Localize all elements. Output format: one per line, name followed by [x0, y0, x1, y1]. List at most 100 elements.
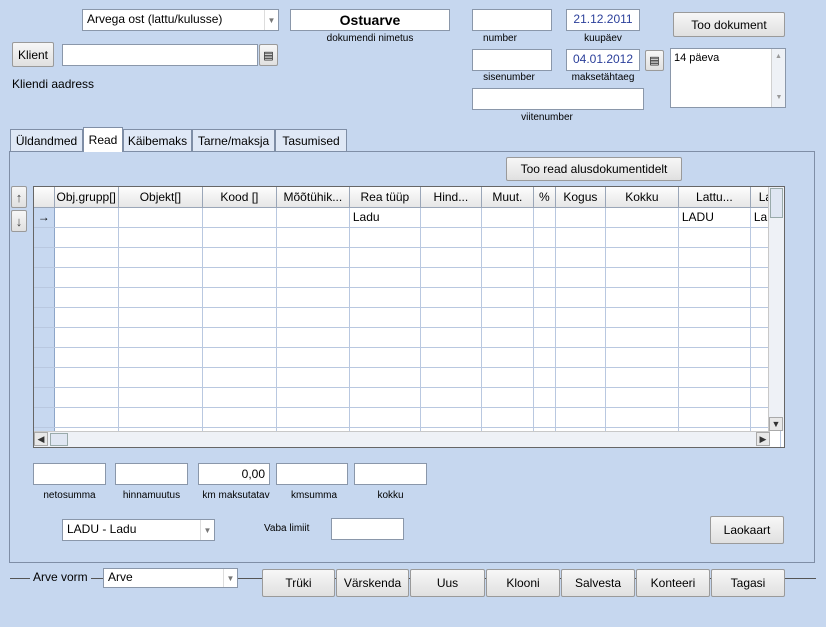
clone-button[interactable]: Klooni [486, 569, 560, 597]
tab-general[interactable]: Üldandmed [10, 129, 83, 151]
table-cell[interactable] [605, 407, 679, 428]
client-field[interactable] [62, 44, 258, 66]
column-header[interactable]: Objekt[] [118, 187, 203, 208]
table-cell[interactable] [54, 387, 119, 408]
row-selector[interactable] [34, 247, 55, 268]
table-cell[interactable] [533, 387, 556, 408]
net-sum-field[interactable] [33, 463, 106, 485]
table-row[interactable] [34, 407, 781, 428]
row-selector[interactable] [34, 347, 55, 368]
table-cell[interactable] [678, 287, 751, 308]
table-cell[interactable] [349, 287, 421, 308]
vat-taxable-field[interactable]: 0,00 [198, 463, 270, 485]
doc-title-field[interactable]: Ostuarve [290, 9, 450, 31]
table-cell[interactable] [533, 207, 556, 228]
chevron-down-icon[interactable]: ▼ [200, 520, 214, 540]
column-header[interactable]: % [533, 187, 556, 208]
column-header[interactable]: Kood [] [202, 187, 277, 208]
new-button[interactable]: Uus [410, 569, 485, 597]
table-row[interactable] [34, 307, 781, 328]
table-cell[interactable] [54, 287, 119, 308]
save-button[interactable]: Salvesta [561, 569, 635, 597]
row-selector[interactable] [34, 287, 55, 308]
due-date-field[interactable]: 04.01.2012 [566, 49, 640, 71]
table-cell[interactable] [349, 227, 421, 248]
table-cell[interactable] [481, 207, 534, 228]
table-cell[interactable] [555, 367, 606, 388]
fetch-document-button[interactable]: Too dokument [673, 12, 785, 37]
table-cell[interactable] [605, 307, 679, 328]
table-cell[interactable] [533, 327, 556, 348]
scroll-down-icon[interactable]: ▼ [769, 417, 783, 431]
table-cell[interactable] [678, 307, 751, 328]
tab-delivery-payer[interactable]: Tarne/maksja [192, 129, 275, 151]
table-cell[interactable] [118, 267, 203, 288]
column-header[interactable]: Obj.grupp[] [54, 187, 119, 208]
table-cell[interactable] [555, 347, 606, 368]
table-cell[interactable] [118, 407, 203, 428]
table-row[interactable] [34, 247, 781, 268]
total-field[interactable] [354, 463, 427, 485]
column-header[interactable]: Hind... [420, 187, 482, 208]
table-cell[interactable] [54, 267, 119, 288]
table-cell[interactable] [678, 407, 751, 428]
table-cell[interactable] [481, 407, 534, 428]
table-cell[interactable] [349, 367, 421, 388]
table-cell[interactable] [276, 247, 350, 268]
warehouse-select[interactable]: LADU - Ladu ▼ [62, 519, 215, 541]
table-cell[interactable] [202, 267, 277, 288]
scroll-right-icon[interactable]: ▶ [756, 432, 770, 446]
table-cell[interactable] [202, 367, 277, 388]
rows-grid[interactable]: Obj.grupp[] Objekt[] Kood [] Mõõtühik...… [33, 186, 785, 448]
table-cell[interactable] [118, 207, 203, 228]
table-cell[interactable] [276, 367, 350, 388]
scroll-thumb[interactable] [770, 188, 783, 218]
grid-vertical-scrollbar[interactable]: ▼ [768, 187, 784, 431]
table-cell[interactable] [605, 267, 679, 288]
payment-terms-field[interactable]: 14 päeva ▲ ▼ [670, 48, 786, 108]
table-cell[interactable] [276, 267, 350, 288]
table-row[interactable] [34, 387, 781, 408]
chevron-down-icon[interactable]: ▼ [264, 10, 278, 30]
table-cell[interactable] [202, 287, 277, 308]
date-field[interactable]: 21.12.2011 [566, 9, 640, 31]
table-row[interactable] [34, 287, 781, 308]
scroll-thumb[interactable] [50, 433, 68, 446]
table-cell[interactable] [276, 307, 350, 328]
table-row[interactable] [34, 267, 781, 288]
table-cell[interactable] [276, 227, 350, 248]
table-cell[interactable] [481, 227, 534, 248]
table-cell[interactable] [349, 347, 421, 368]
column-header[interactable]: Mõõtühik... [276, 187, 350, 208]
doc-type-select[interactable]: Arvega ost (lattu/kulusse) ▼ [82, 9, 279, 31]
table-cell[interactable] [678, 227, 751, 248]
table-cell[interactable] [349, 327, 421, 348]
table-cell[interactable] [276, 327, 350, 348]
table-cell[interactable]: Ladu [349, 207, 421, 228]
tab-payments[interactable]: Tasumised [275, 129, 347, 151]
table-cell[interactable] [605, 207, 679, 228]
row-selector[interactable] [34, 387, 55, 408]
table-cell[interactable] [678, 367, 751, 388]
table-cell[interactable] [533, 407, 556, 428]
table-cell[interactable] [54, 207, 119, 228]
internal-number-field[interactable] [472, 49, 552, 71]
table-cell[interactable] [420, 307, 482, 328]
row-selector[interactable] [34, 227, 55, 248]
row-selector[interactable] [34, 307, 55, 328]
table-cell[interactable] [202, 347, 277, 368]
table-cell[interactable] [54, 407, 119, 428]
table-cell[interactable] [276, 387, 350, 408]
table-cell[interactable] [276, 207, 350, 228]
table-cell[interactable] [54, 347, 119, 368]
back-button[interactable]: Tagasi [711, 569, 785, 597]
free-limit-field[interactable] [331, 518, 404, 540]
print-button[interactable]: Trüki [262, 569, 335, 597]
table-cell[interactable] [533, 287, 556, 308]
table-cell[interactable] [54, 307, 119, 328]
table-cell[interactable]: LADU [678, 207, 751, 228]
table-cell[interactable] [202, 247, 277, 268]
table-cell[interactable] [202, 327, 277, 348]
table-cell[interactable] [555, 227, 606, 248]
table-cell[interactable] [605, 347, 679, 368]
